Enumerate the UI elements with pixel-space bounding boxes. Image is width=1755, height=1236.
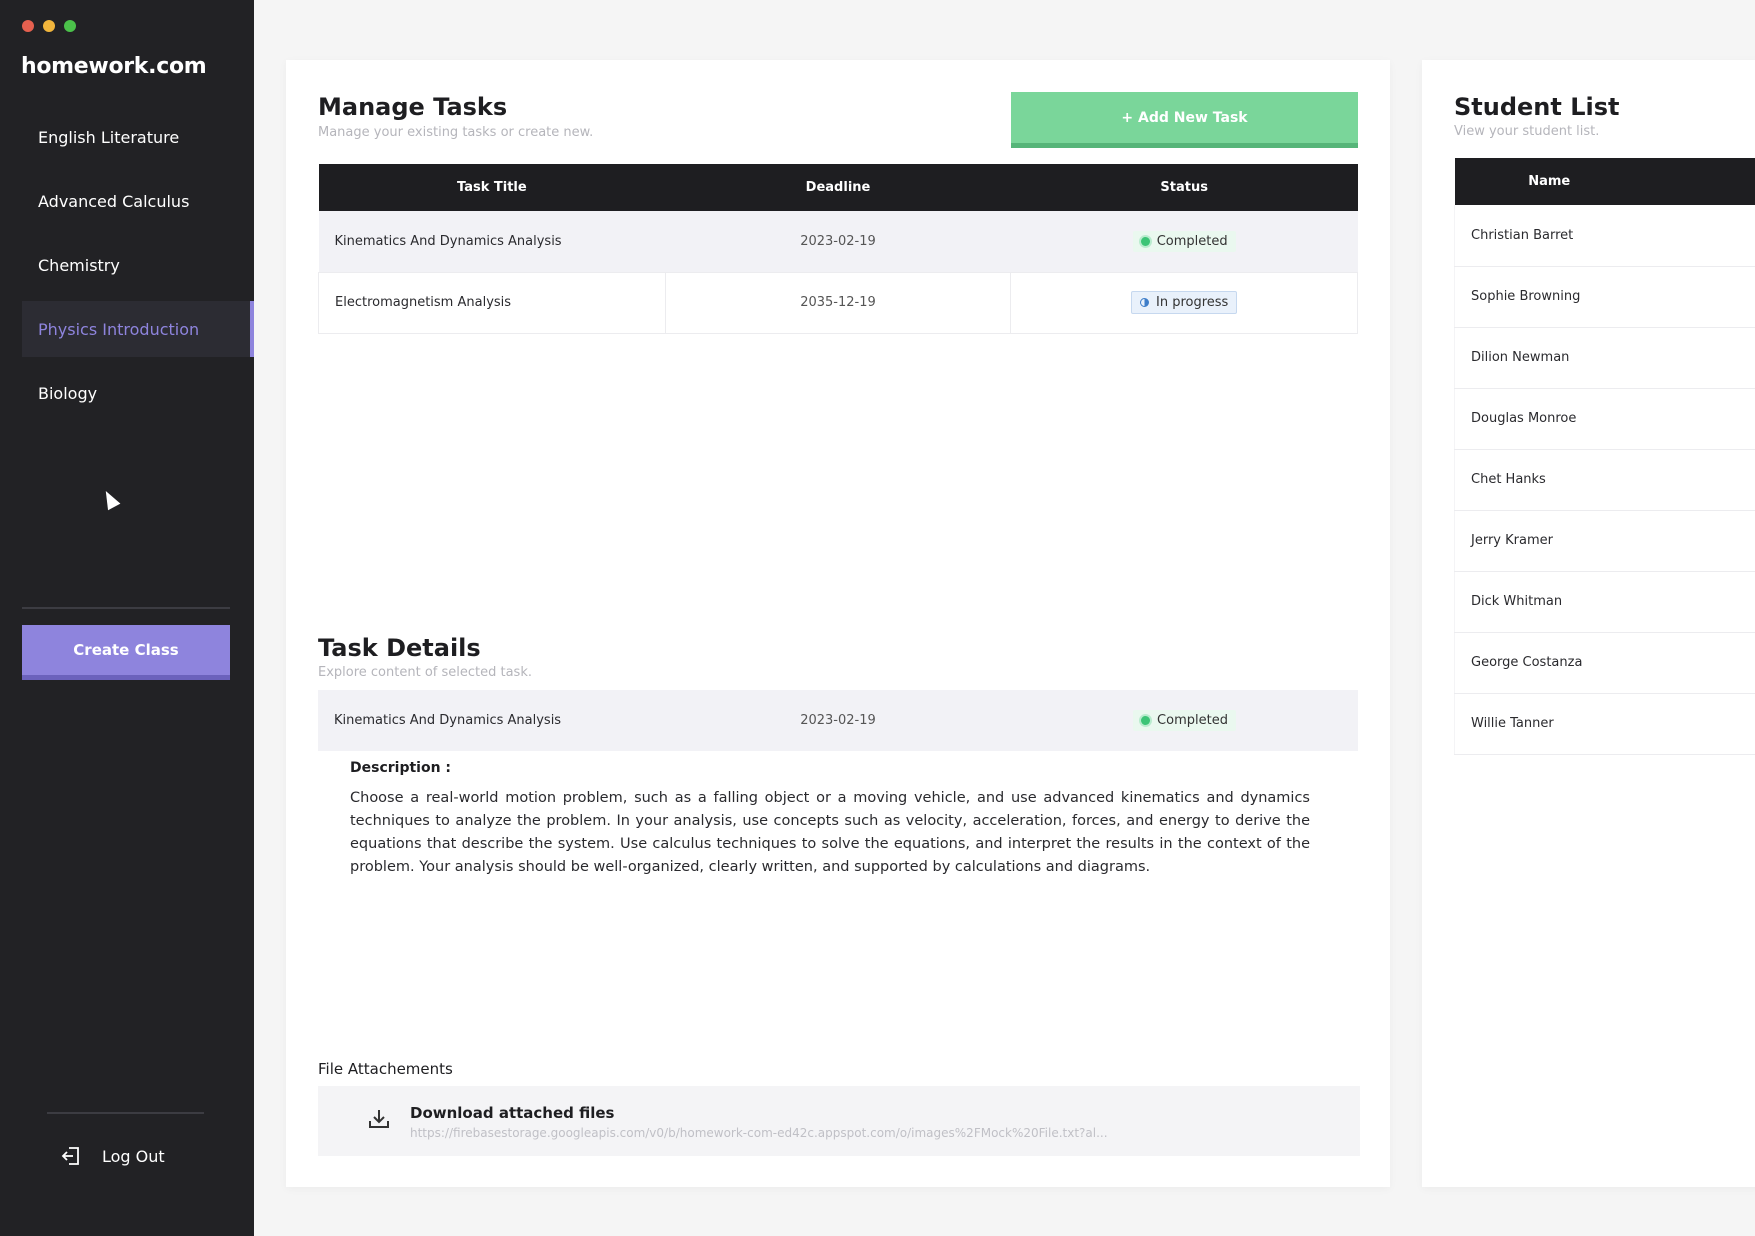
sidebar-item-label: English Literature [38,127,180,147]
student-list-subtitle: View your student list. [1454,124,1600,139]
download-attachment[interactable]: Download attached files https://firebase… [318,1086,1360,1156]
task-title-cell: Kinematics And Dynamics Analysis [334,713,562,728]
logout-label: Log Out [102,1146,165,1166]
table-row[interactable]: Christian Barret [1454,205,1755,267]
logout-button[interactable]: Log Out [60,1145,165,1167]
sidebar-item-english-literature[interactable]: English Literature [22,109,254,165]
task-title-cell: Kinematics And Dynamics Analysis [318,211,666,273]
sidebar: homework.com English Literature Advanced… [0,0,254,1236]
table-row[interactable]: Chet Hanks [1454,449,1755,511]
sidebar-divider [47,1112,204,1114]
sidebar-item-chemistry[interactable]: Chemistry [22,237,254,293]
sidebar-item-physics-introduction[interactable]: Physics Introduction [22,301,254,357]
status-badge: Completed [1133,710,1236,731]
attachments-label: File Attachements [318,1060,453,1078]
student-name: Dick Whitman [1454,571,1755,633]
tasks-table: Task Title Deadline Status Kinematics An… [318,164,1358,334]
table-row[interactable]: Dick Whitman [1454,571,1755,633]
table-row[interactable]: Jerry Kramer [1454,510,1755,572]
table-row[interactable]: Douglas Monroe [1454,388,1755,450]
student-name: Chet Hanks [1454,449,1755,511]
student-name: Sophie Browning [1454,266,1755,328]
maximize-window-button[interactable] [64,20,76,32]
manage-tasks-title: Manage Tasks [318,93,508,121]
table-row[interactable]: George Costanza [1454,632,1755,694]
column-header[interactable]: Deadline [665,164,1011,211]
sidebar-item-biology[interactable]: Biology [22,365,254,421]
status-badge: In progress [1130,291,1238,314]
table-row[interactable]: Sophie Browning [1454,266,1755,328]
minimize-window-button[interactable] [43,20,55,32]
student-list-title: Student List [1454,93,1620,121]
in-progress-icon [1139,298,1149,307]
manage-tasks-subtitle: Manage your existing tasks or create new… [318,125,594,140]
sidebar-divider [22,607,230,609]
download-title: Download attached files [410,1104,615,1122]
student-name: George Costanza [1454,632,1755,694]
task-title-cell: Electromagnetism Analysis [318,272,666,334]
table-row[interactable]: Dilion Newman [1454,327,1755,389]
completed-dot-icon [1140,236,1150,246]
description-text: Choose a real-world motion problem, such… [350,790,1310,875]
status-cell: Completed [1011,710,1358,731]
column-header[interactable]: Status [1010,164,1358,211]
selected-task-row: Kinematics And Dynamics Analysis 2023-02… [318,690,1358,751]
status-cell: Completed [1010,211,1358,273]
task-details-title: Task Details [318,634,481,662]
status-label: Completed [1156,233,1228,249]
sidebar-item-label: Biology [38,383,98,403]
status-cell: In progress [1010,272,1358,334]
logout-icon [61,1147,79,1165]
deadline-cell: 2035-12-19 [665,272,1012,334]
student-name: Douglas Monroe [1454,388,1755,450]
column-header[interactable]: Task Title [318,164,666,211]
description-label: Description : [350,760,452,776]
students-table: Name Christian Barret Sophie Browning Di… [1454,158,1755,755]
status-label: In progress [1155,295,1229,310]
download-url[interactable]: https://firebasestorage.googleapis.com/v… [410,1126,1108,1140]
window-controls [22,20,76,32]
student-name: Christian Barret [1454,205,1755,267]
deadline-cell: 2023-02-19 [800,713,876,728]
status-label: Completed [1157,713,1228,728]
add-new-task-button[interactable]: + Add New Task [1011,92,1358,148]
download-icon [369,1110,389,1128]
brand-logo: homework.com [21,54,207,79]
sidebar-item-label: Physics Introduction [38,319,200,339]
deadline-cell: 2023-02-19 [665,211,1011,273]
mouse-cursor-icon [99,487,121,511]
sidebar-item-advanced-calculus[interactable]: Advanced Calculus [22,173,254,229]
column-header[interactable]: Name [1454,158,1755,205]
task-details-subtitle: Explore content of selected task. [318,665,532,680]
table-row[interactable]: Willie Tanner [1454,693,1755,755]
sidebar-item-label: Chemistry [38,255,120,275]
table-row[interactable]: Kinematics And Dynamics Analysis 2023-02… [318,211,1358,273]
create-class-button[interactable]: Create Class [22,625,230,680]
student-name: Jerry Kramer [1454,510,1755,572]
status-badge: Completed [1132,230,1236,252]
student-name: Dilion Newman [1454,327,1755,389]
sidebar-item-label: Advanced Calculus [38,191,190,211]
completed-dot-icon [1141,716,1151,725]
table-row[interactable]: Electromagnetism Analysis 2035-12-19 In … [318,272,1358,334]
close-window-button[interactable] [22,20,34,32]
student-name: Willie Tanner [1454,693,1755,755]
